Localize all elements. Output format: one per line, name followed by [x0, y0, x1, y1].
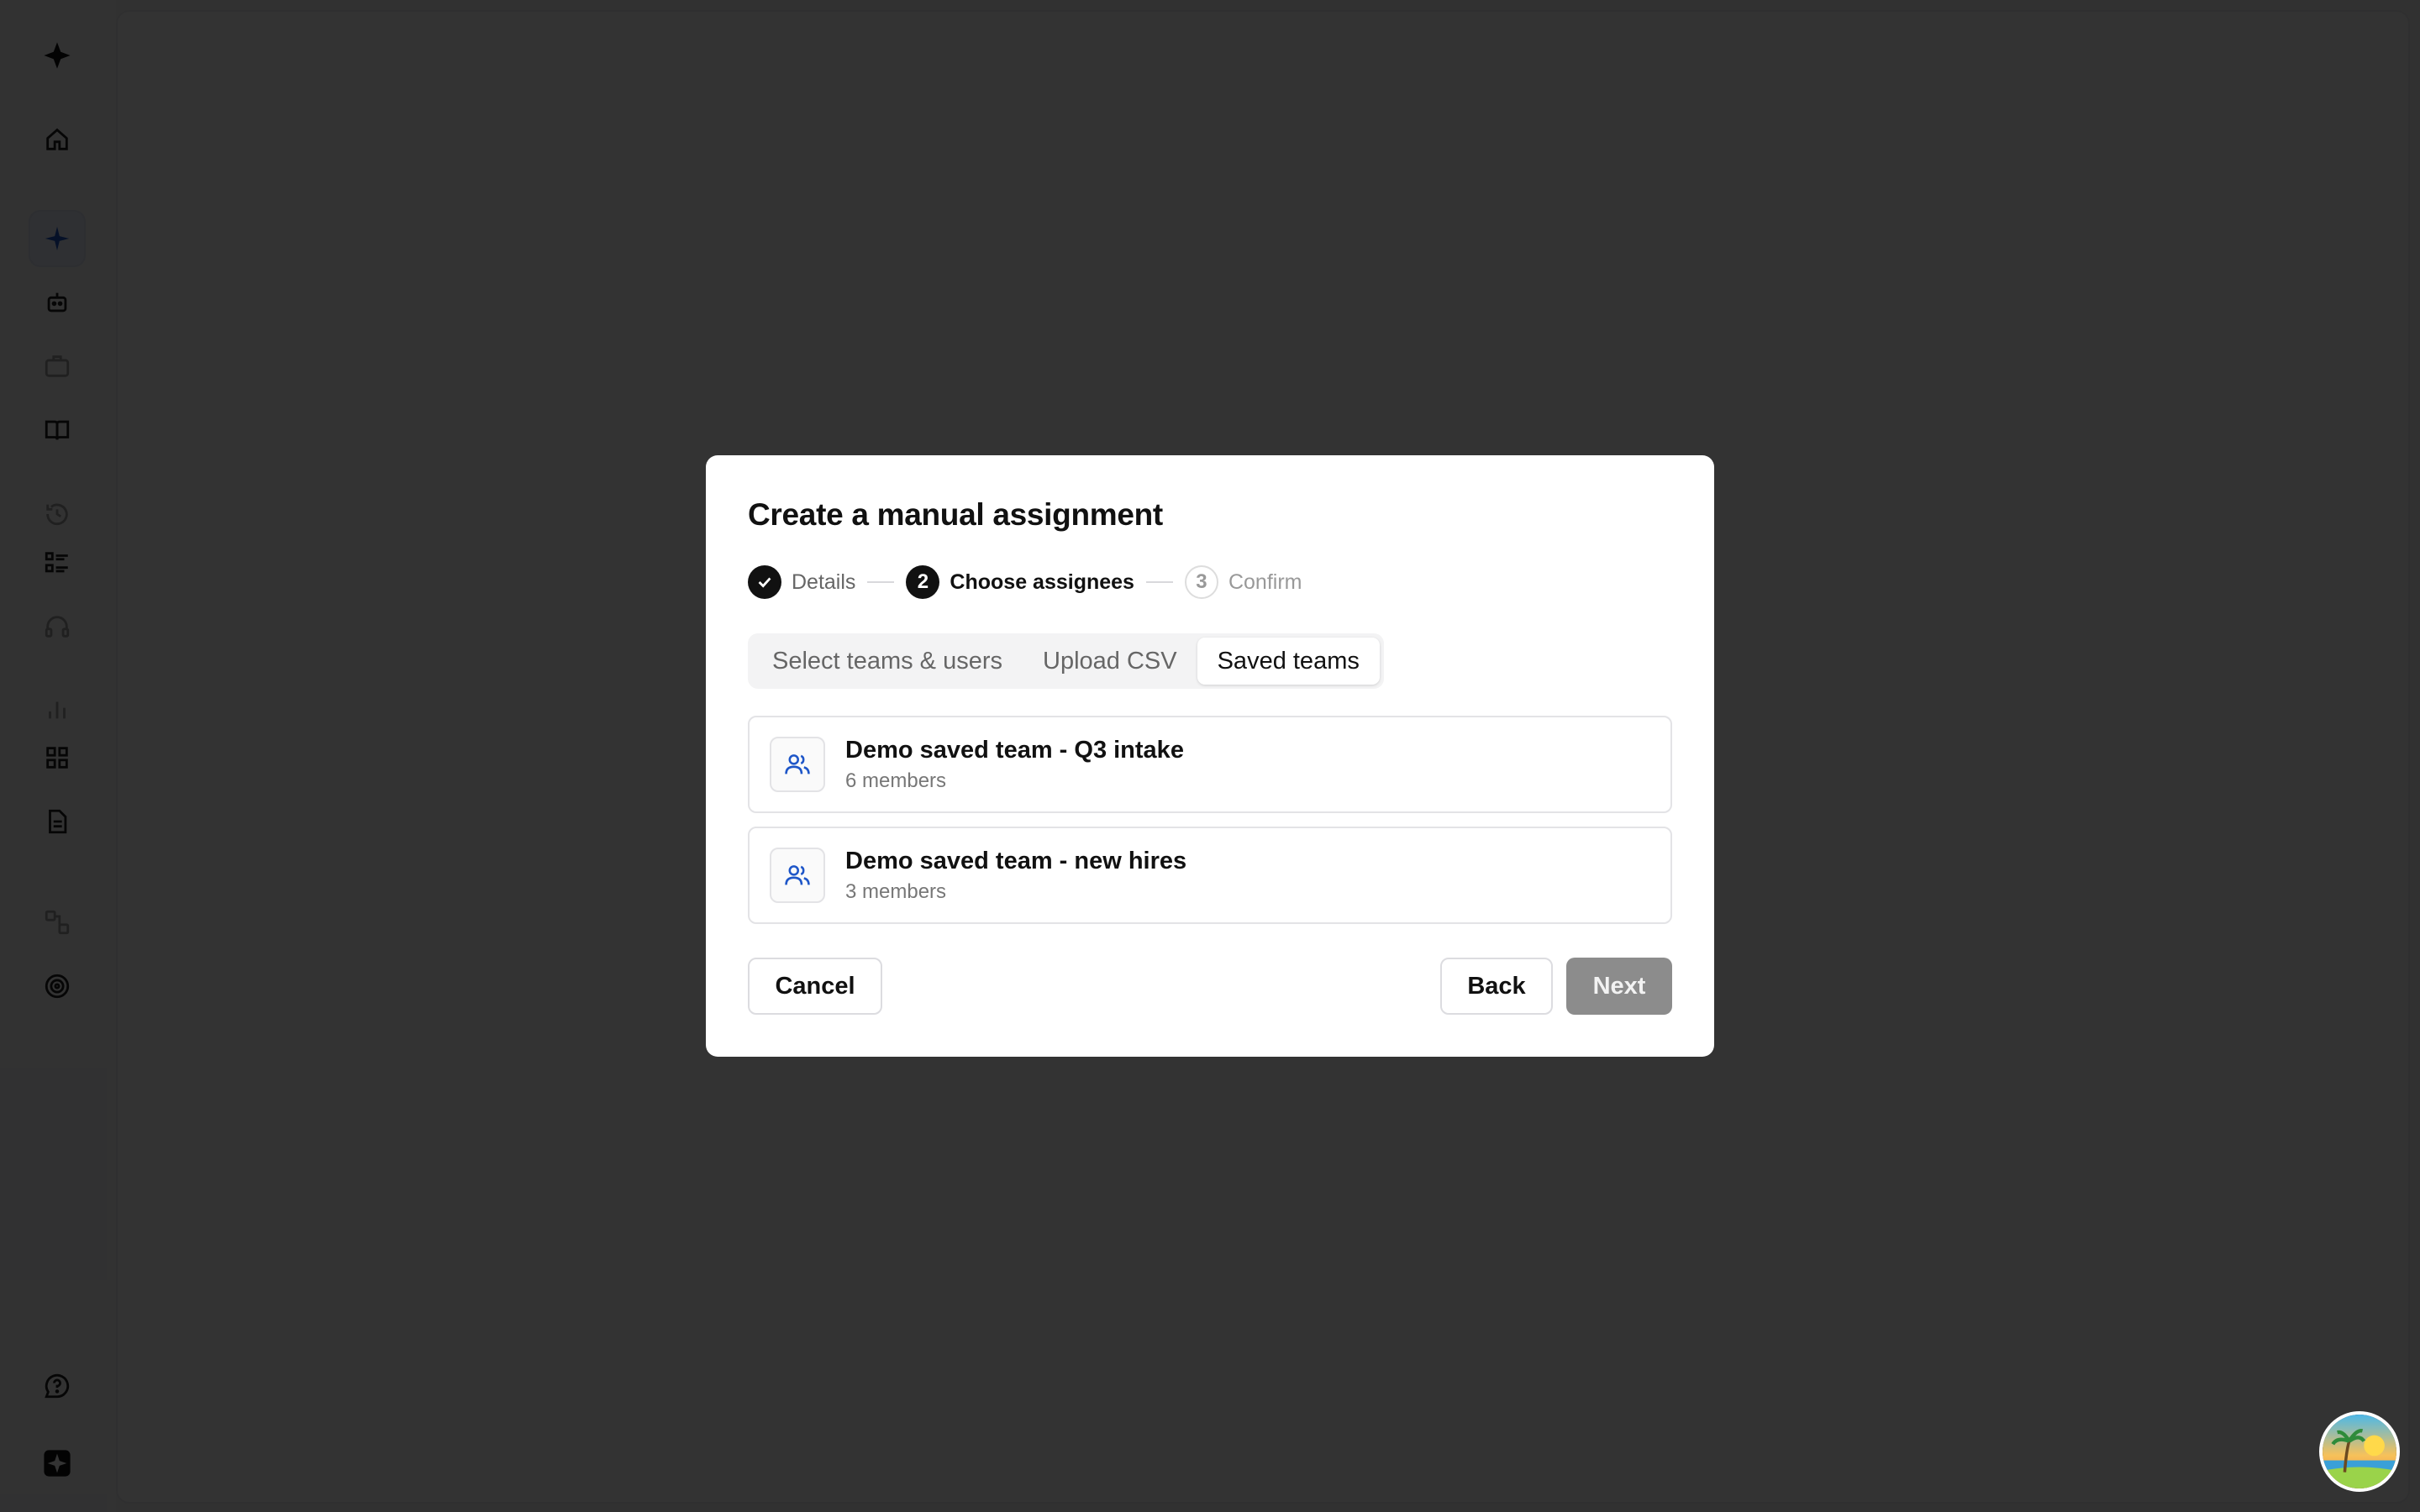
tab-select-teams-users[interactable]: Select teams & users: [752, 638, 1023, 685]
step-number: 3: [1184, 565, 1218, 599]
step-label: Confirm: [1228, 570, 1302, 594]
step-separator: [867, 581, 895, 583]
next-button[interactable]: Next: [1566, 958, 1672, 1015]
step-confirm: 3 Confirm: [1184, 565, 1302, 599]
saved-team-item[interactable]: Demo saved team - Q3 intake 6 members: [748, 716, 1672, 813]
back-button[interactable]: Back: [1440, 958, 1553, 1015]
step-choose-assignees: 2 Choose assignees: [906, 565, 1134, 599]
step-separator: [1145, 581, 1173, 583]
step-label: Choose assignees: [950, 570, 1134, 594]
team-member-count: 6 members: [845, 769, 947, 792]
stepper: Details 2 Choose assignees 3 Confirm: [748, 564, 1302, 600]
step-label: Details: [792, 570, 856, 594]
step-check-icon: [748, 565, 781, 599]
team-member-count: 3 members: [845, 879, 947, 903]
assistant-avatar-button[interactable]: [2319, 1411, 2400, 1492]
modal-title: Create a manual assignment: [748, 497, 1163, 532]
beach-avatar-icon: [2323, 1415, 2396, 1488]
create-assignment-modal: Create a manual assignment Details 2 Cho…: [706, 455, 1714, 1057]
users-icon: [770, 737, 825, 792]
saved-team-item[interactable]: Demo saved team - new hires 3 members: [748, 827, 1672, 924]
users-icon: [770, 848, 825, 903]
tab-saved-teams[interactable]: Saved teams: [1197, 638, 1380, 685]
team-name: Demo saved team - new hires: [845, 847, 1187, 874]
tab-upload-csv[interactable]: Upload CSV: [1023, 638, 1197, 685]
assignee-source-tabs: Select teams & users Upload CSV Saved te…: [748, 633, 1384, 689]
team-name: Demo saved team - Q3 intake: [845, 736, 1184, 764]
step-details: Details: [748, 565, 855, 599]
cancel-button[interactable]: Cancel: [748, 958, 882, 1015]
step-number: 2: [906, 565, 940, 599]
